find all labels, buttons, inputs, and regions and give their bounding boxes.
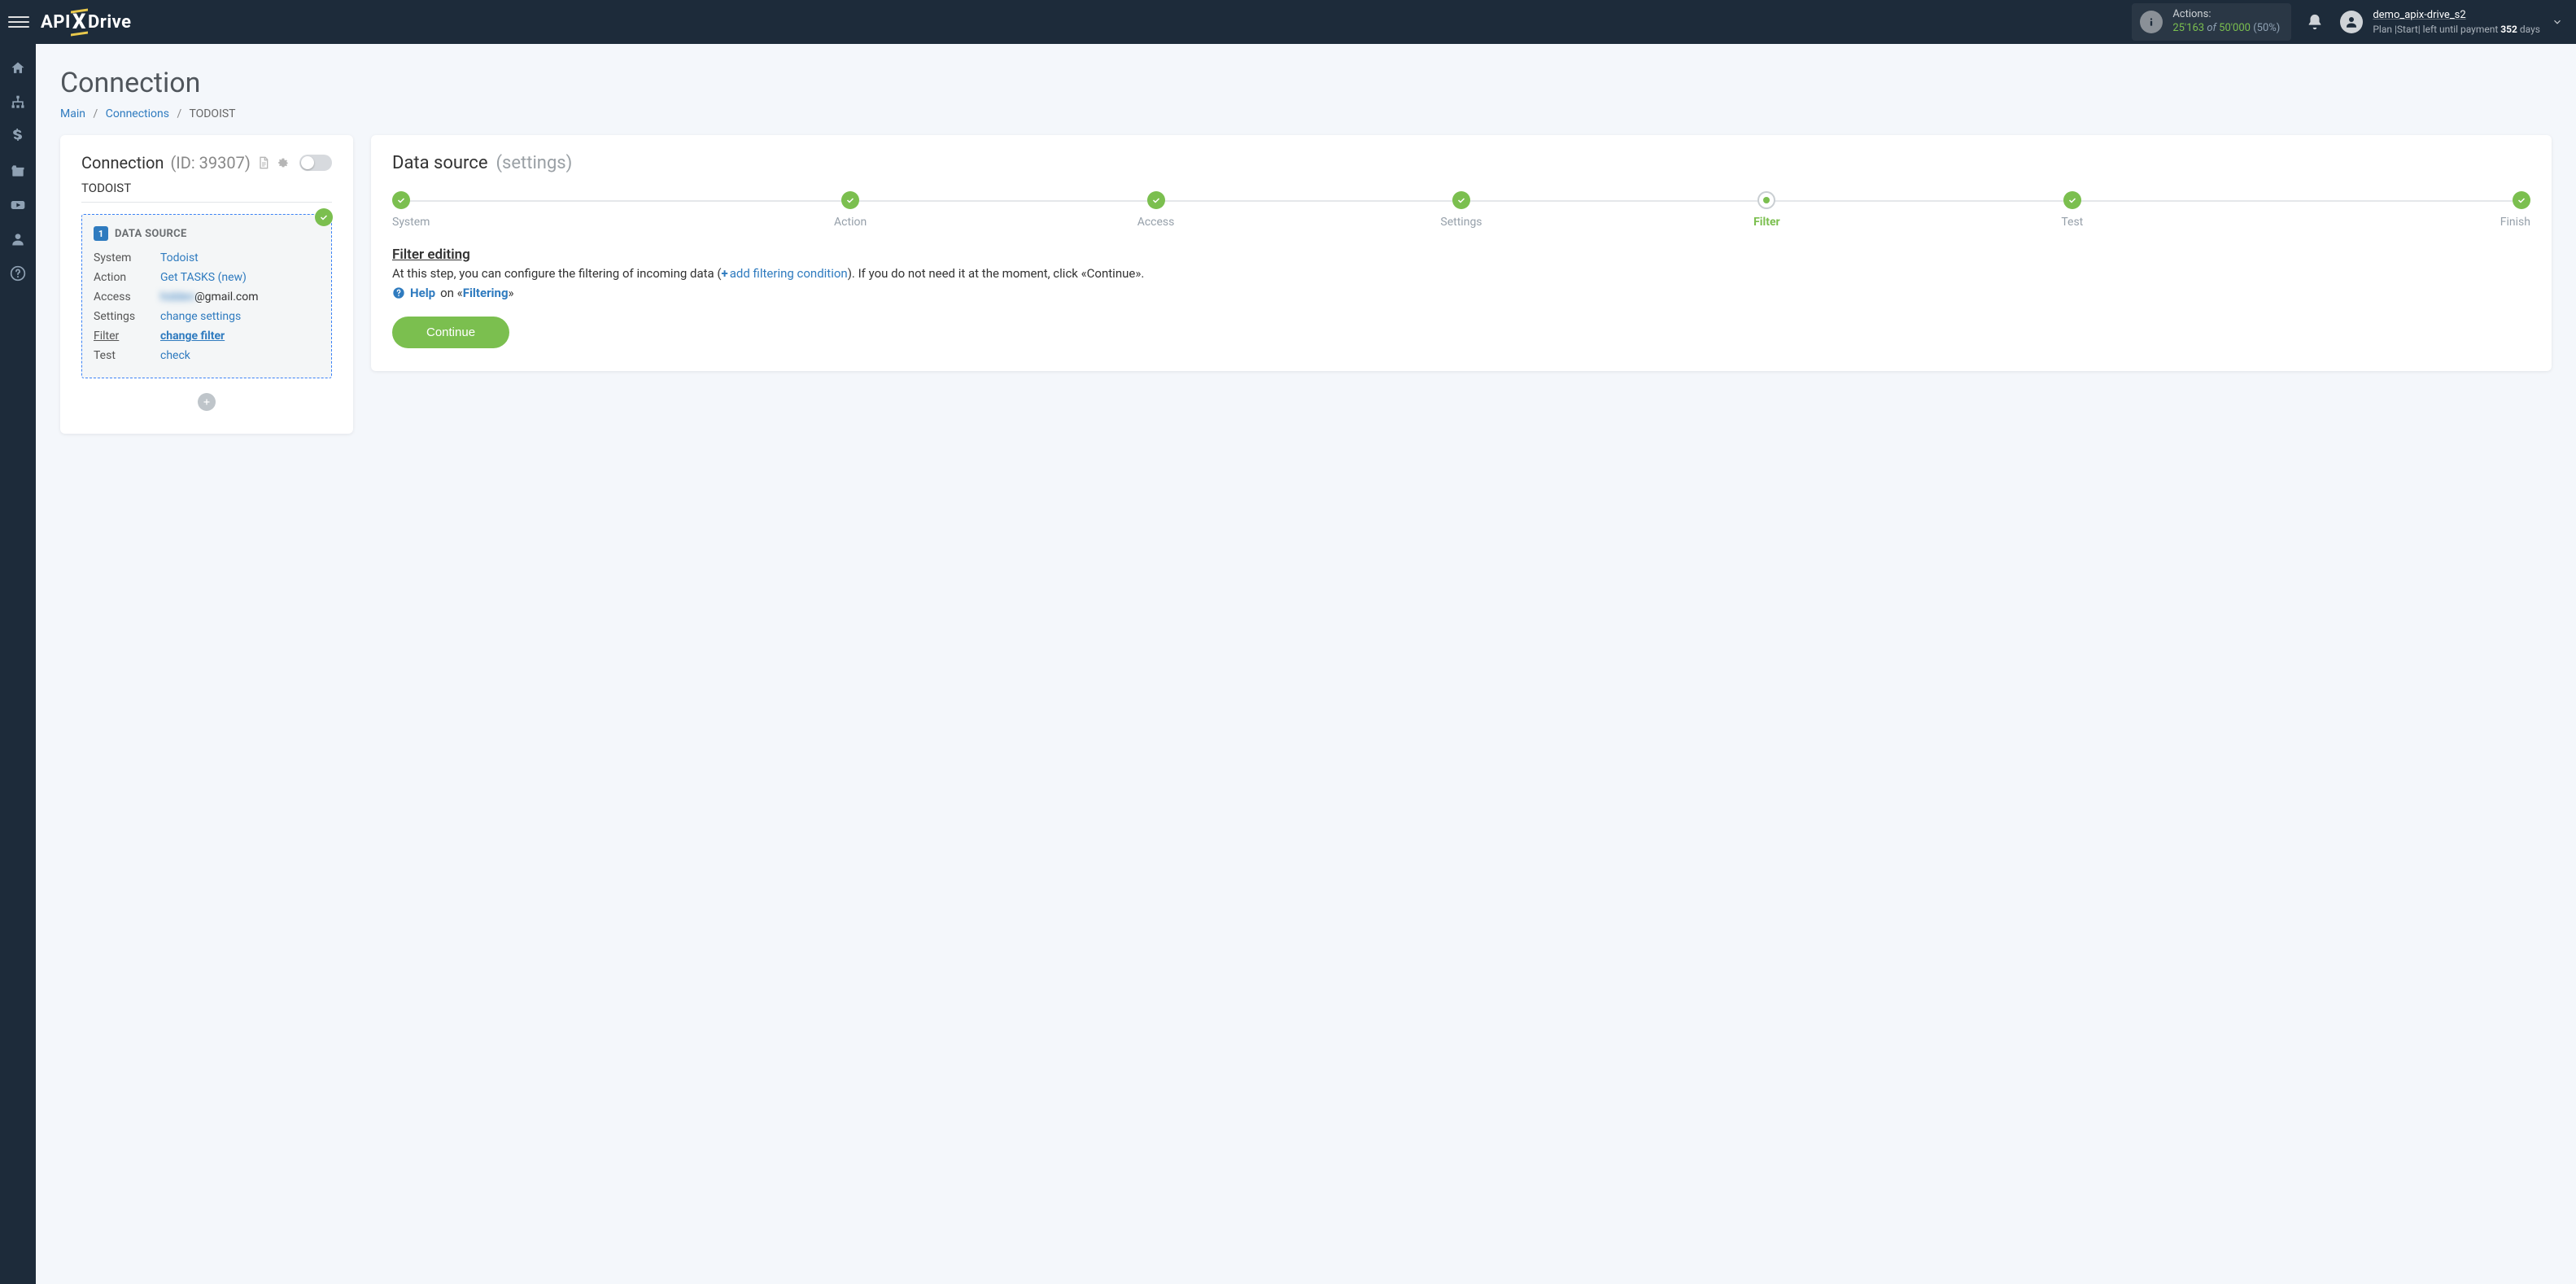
- step-label: Test: [2061, 216, 2083, 229]
- step-settings[interactable]: Settings: [1308, 191, 1613, 229]
- step-dot: [2513, 191, 2530, 209]
- step-dot: [392, 191, 410, 209]
- nav-billing[interactable]: [0, 120, 36, 153]
- connection-card: Connection (ID: 39307) TODOIST 1 DATA SO…: [60, 135, 353, 434]
- menu-toggle-icon[interactable]: [8, 11, 29, 33]
- actions-of: of: [2207, 22, 2216, 34]
- user-plan: Plan |Start| left until payment 352 days: [2373, 23, 2540, 36]
- sidenav: [0, 44, 36, 1284]
- user-menu[interactable]: demo_apix-drive_s2 Plan |Start| left unt…: [2373, 8, 2540, 36]
- page: Connection Main / Connections / TODOIST …: [36, 44, 2576, 456]
- nav-help[interactable]: [0, 257, 36, 290]
- step-label: Access: [1137, 216, 1175, 229]
- step-label: Settings: [1440, 216, 1482, 229]
- row-filter-value[interactable]: change filter: [160, 330, 225, 343]
- badge-number: 1: [94, 226, 108, 241]
- bell-icon[interactable]: [2306, 13, 2324, 31]
- actions-pct: (50%): [2253, 22, 2280, 34]
- step-dot: [2063, 191, 2081, 209]
- step-system[interactable]: System: [392, 191, 697, 229]
- check-icon: [315, 208, 333, 226]
- help-link[interactable]: Help: [410, 286, 435, 300]
- actions-label: Actions:: [2172, 8, 2280, 22]
- logo-text-post: Drive: [88, 12, 132, 33]
- step-action[interactable]: Action: [697, 191, 1002, 229]
- add-filter-link[interactable]: +add filtering condition: [722, 266, 848, 281]
- logo[interactable]: API X Drive: [41, 11, 132, 33]
- step-dot: [841, 191, 859, 209]
- nav-video[interactable]: [0, 189, 36, 221]
- step-label: Filter: [1753, 216, 1780, 229]
- connection-toggle[interactable]: [299, 155, 332, 171]
- nav-services[interactable]: [0, 155, 36, 187]
- data-source-title: DATA SOURCE: [115, 228, 187, 240]
- topbar: API X Drive Actions: 25'163 of 50'000 (5…: [0, 0, 2576, 44]
- step-label: Action: [834, 216, 867, 229]
- breadcrumb-current: TODOIST: [189, 107, 235, 120]
- logo-x-icon: X: [72, 11, 86, 33]
- gear-icon[interactable]: [277, 156, 290, 169]
- nav-connections[interactable]: [0, 86, 36, 119]
- filter-subhead: Filter editing: [392, 247, 2530, 263]
- row-settings-value[interactable]: change settings: [160, 310, 241, 323]
- actions-counter[interactable]: Actions: 25'163 of 50'000 (50%): [2132, 3, 2291, 41]
- row-access-value[interactable]: hidden@gmail.com: [160, 288, 320, 306]
- nav-home[interactable]: [0, 52, 36, 85]
- connection-heading: Connection: [81, 153, 164, 173]
- row-test-value[interactable]: check: [160, 349, 190, 362]
- breadcrumb: Main / Connections / TODOIST: [60, 107, 2552, 120]
- row-settings-label: Settings: [94, 308, 160, 325]
- step-access[interactable]: Access: [1003, 191, 1308, 229]
- help-line: Help on «Filtering»: [392, 286, 2530, 300]
- logo-text-pre: API: [41, 12, 71, 33]
- data-source-settings-card: Data source (settings) System Action Acces…: [371, 135, 2552, 371]
- add-destination-button[interactable]: [198, 393, 216, 411]
- breadcrumb-connections[interactable]: Connections: [106, 107, 169, 120]
- nav-account[interactable]: [0, 223, 36, 255]
- step-dot: [1452, 191, 1470, 209]
- row-system-label: System: [94, 249, 160, 267]
- row-action-value[interactable]: Get TASKS (new): [160, 271, 247, 284]
- ds-heading-sub: (settings): [496, 153, 573, 173]
- step-finish[interactable]: Finish: [2225, 191, 2530, 229]
- step-dot: [1757, 191, 1775, 209]
- step-filter[interactable]: Filter: [1614, 191, 1919, 229]
- info-icon: [2140, 11, 2163, 33]
- page-title: Connection: [60, 67, 2552, 99]
- step-dot: [1147, 191, 1165, 209]
- connection-name: TODOIST: [81, 181, 332, 203]
- help-icon: [392, 286, 405, 299]
- step-label: Finish: [2500, 216, 2530, 229]
- user-name: demo_apix-drive_s2: [2373, 8, 2540, 23]
- actions-quota: 50'000: [2219, 22, 2251, 34]
- row-system-value[interactable]: Todoist: [160, 251, 199, 264]
- data-source-box: 1 DATA SOURCE System Todoist Action Get …: [81, 214, 332, 378]
- stepper: System Action Access Settings Filter Test Fini…: [392, 191, 2530, 229]
- row-access-label: Access: [94, 288, 160, 306]
- filter-description: At this step, you can configure the filt…: [392, 266, 2530, 281]
- row-test-label: Test: [94, 347, 160, 365]
- row-action-label: Action: [94, 269, 160, 286]
- document-icon[interactable]: [257, 156, 270, 169]
- user-avatar-icon[interactable]: [2340, 11, 2363, 33]
- actions-used: 25'163: [2172, 22, 2204, 34]
- ds-heading: Data source: [392, 153, 488, 173]
- breadcrumb-main[interactable]: Main: [60, 107, 85, 120]
- continue-button[interactable]: Continue: [392, 317, 509, 348]
- row-filter-label: Filter: [94, 327, 160, 345]
- step-label: System: [392, 216, 430, 229]
- chevron-down-icon[interactable]: [2552, 16, 2563, 28]
- connection-id: (ID: 39307): [170, 153, 250, 173]
- step-test[interactable]: Test: [1919, 191, 2225, 229]
